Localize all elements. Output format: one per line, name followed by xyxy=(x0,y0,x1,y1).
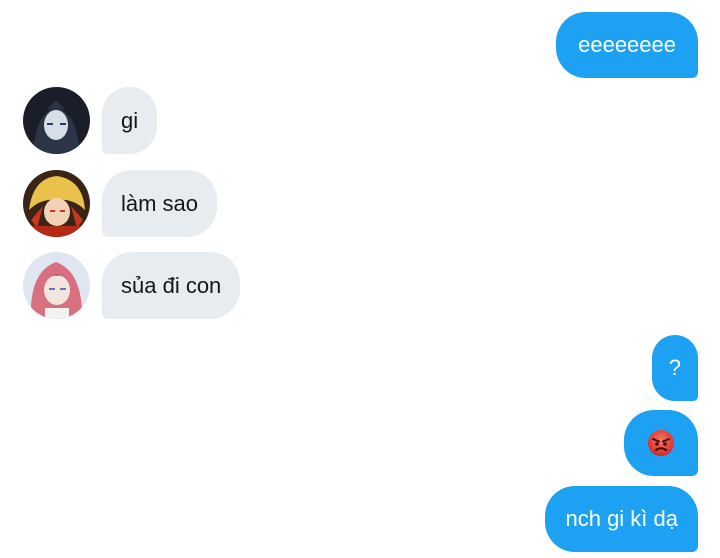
outgoing-message[interactable]: eeeeeeee xyxy=(556,12,698,78)
message-text: ? xyxy=(668,355,681,380)
message-text: nch gi kì dạ xyxy=(565,506,678,531)
outgoing-message[interactable] xyxy=(624,410,698,476)
message-text: làm sao xyxy=(121,190,199,216)
outgoing-message[interactable]: nch gi kì dạ xyxy=(545,486,698,552)
incoming-message[interactable]: gi xyxy=(102,87,158,154)
sender-avatar[interactable] xyxy=(23,170,90,237)
sender-avatar[interactable] xyxy=(23,252,90,319)
incoming-message[interactable]: sủa đi con xyxy=(102,252,241,319)
angry-face-icon xyxy=(648,430,674,456)
incoming-message[interactable]: làm sao xyxy=(102,170,218,237)
message-text: sủa đi con xyxy=(121,272,222,298)
sender-avatar[interactable] xyxy=(23,87,90,154)
dark-hair-anime-avatar xyxy=(23,87,90,154)
message-text: gi xyxy=(121,107,139,133)
outgoing-message[interactable]: ? xyxy=(651,335,698,401)
pink-hair-anime-avatar xyxy=(23,252,90,319)
blonde-anime-avatar xyxy=(23,170,90,237)
message-text: eeeeeeee xyxy=(578,32,676,57)
